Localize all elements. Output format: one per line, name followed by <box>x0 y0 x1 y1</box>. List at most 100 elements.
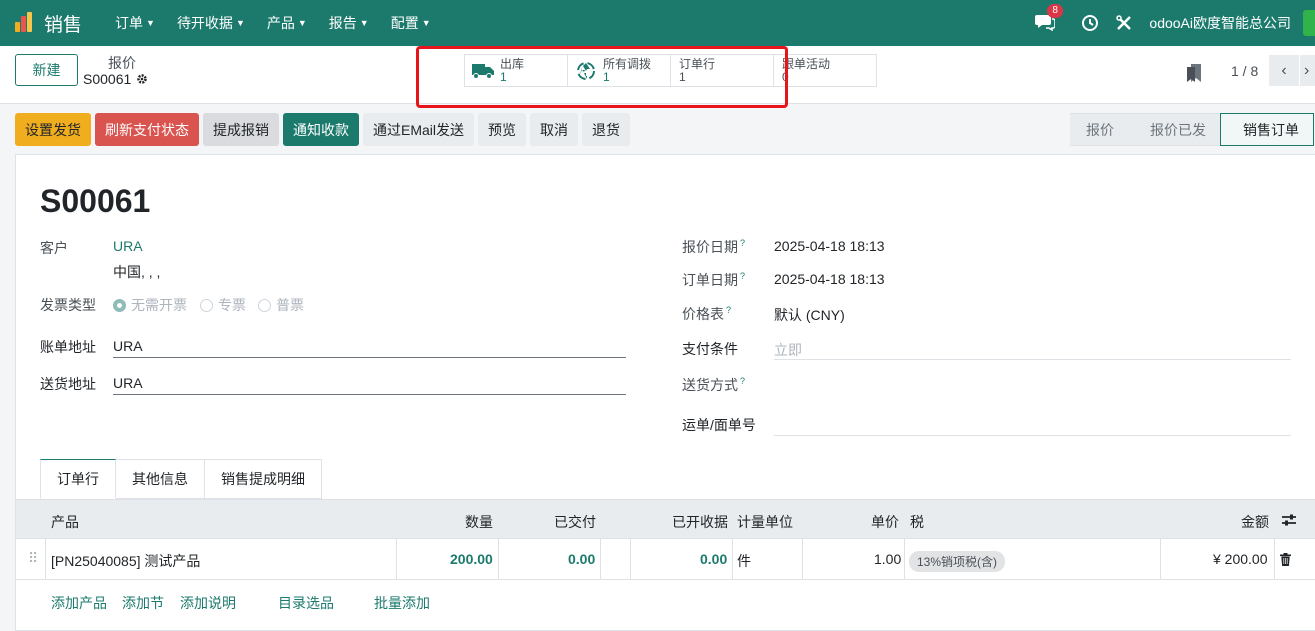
smart-button-order-lines[interactable]: 订单行 1 <box>670 54 774 87</box>
truck-icon <box>471 60 495 82</box>
smart-button-transfers[interactable]: 所有调拨 1 <box>567 54 671 87</box>
cell-product[interactable]: [PN25040085] 测试产品 <box>51 551 200 571</box>
radio <box>200 298 213 312</box>
tracking-number-field[interactable] <box>774 435 1291 436</box>
delivery-method-label: 送货方式? <box>682 375 745 395</box>
trash-icon[interactable] <box>1280 553 1291 566</box>
set-shipping-button[interactable]: 设置发货 <box>15 113 91 146</box>
invoice-type-normal[interactable]: 普票 <box>258 295 304 315</box>
menu-label: 订单 <box>115 15 144 31</box>
radio-selected <box>113 298 126 312</box>
menu-to-invoice[interactable]: 待开收据 ▼ <box>166 13 256 33</box>
status-bar: 报价 报价已发 销售订单 <box>1070 113 1314 146</box>
tab-other-info[interactable]: 其他信息 <box>116 459 205 499</box>
menu-orders[interactable]: 订单 ▼ <box>104 13 166 33</box>
tab-order-lines[interactable]: 订单行 <box>40 459 116 499</box>
cell-delivered[interactable]: 0.00 <box>568 551 595 567</box>
col-tax[interactable]: 税 <box>910 512 924 532</box>
form-sheet: S00061 客户 URA 中国, , , 发票类型 无需开票 专票 普票 账单… <box>15 154 1315 631</box>
commission-button[interactable]: 提成报销 <box>203 113 279 146</box>
cell-quantity[interactable]: 200.00 <box>450 551 493 567</box>
tab-commission-detail[interactable]: 销售提成明细 <box>205 459 322 499</box>
breadcrumb-parent[interactable]: 报价 <box>108 53 136 73</box>
status-quotation-sent[interactable]: 报价已发 <box>1128 113 1220 146</box>
return-button[interactable]: 退货 <box>582 113 631 146</box>
main-menu: 订单 ▼ 待开收据 ▼ 产品 ▼ 报告 ▼ 配置 ▼ <box>104 13 442 33</box>
smart-button-value: 0 <box>782 69 789 84</box>
tools-icon[interactable] <box>1115 14 1133 32</box>
tracking-number-label: 运单/面单号 <box>682 417 756 433</box>
pager-next-button[interactable]: › <box>1300 55 1315 86</box>
pricelist-label: 价格表? <box>682 304 731 324</box>
help-icon[interactable]: ? <box>740 376 745 386</box>
pricelist-value[interactable]: 默认 (CNY) <box>774 305 845 325</box>
help-icon[interactable]: ? <box>726 305 731 315</box>
company-switcher[interactable]: odooAi欧度智能总公司 <box>1149 13 1291 33</box>
notify-payment-button[interactable]: 通知收款 <box>283 113 359 146</box>
order-lines-table: 产品 数量 已交付 已开收据 计量单位 单价 税 金额 ⠿ [PN2504008… <box>16 499 1315 611</box>
smart-button-delivery[interactable]: 出库 1 <box>464 54 568 87</box>
chat-icon[interactable]: 8 <box>1035 3 1063 34</box>
sales-app-icon[interactable] <box>14 12 36 34</box>
tax-tag[interactable]: 13%销项税(含) <box>909 551 1006 572</box>
user-avatar[interactable] <box>1303 10 1315 36</box>
refresh-payment-button[interactable]: 刷新支付状态 <box>95 113 199 146</box>
bulk-add-link[interactable]: 批量添加 <box>374 593 430 613</box>
invoice-type-special[interactable]: 专票 <box>200 295 246 315</box>
help-icon[interactable]: ? <box>740 271 745 281</box>
customer-label: 客户 <box>40 240 68 256</box>
bookmark-icon[interactable] <box>1187 64 1201 82</box>
smart-button-value: 1 <box>603 69 610 84</box>
quote-date-value[interactable]: 2025-04-18 18:13 <box>774 238 885 254</box>
order-date-value[interactable]: 2025-04-18 18:13 <box>774 271 885 287</box>
status-sales-order[interactable]: 销售订单 <box>1220 113 1314 146</box>
navbar-right: 8 odooAi欧度智能总公司 <box>1035 0 1315 46</box>
preview-button[interactable]: 预览 <box>478 113 527 146</box>
pager-value[interactable]: 1 / 8 <box>1231 63 1258 79</box>
customer-address: 中国, , , <box>113 264 161 280</box>
table-row[interactable]: ⠿ [PN25040085] 测试产品 200.00 0.00 0.00 件 1… <box>16 539 1315 580</box>
new-button[interactable]: 新建 <box>15 54 78 86</box>
app-name[interactable]: 销售 <box>44 10 82 37</box>
radio-label: 普票 <box>276 297 304 313</box>
col-quantity[interactable]: 数量 <box>465 512 493 532</box>
add-product-link[interactable]: 添加产品 <box>51 593 107 613</box>
col-uom[interactable]: 计量单位 <box>737 512 793 532</box>
cell-divider <box>630 539 631 579</box>
col-delivered[interactable]: 已交付 <box>554 512 596 532</box>
billing-address-field[interactable]: URA <box>113 338 143 354</box>
payment-terms-field[interactable]: 立即 <box>774 340 802 360</box>
smart-button-label: 订单行 <box>679 56 716 71</box>
customer-link[interactable]: URA <box>113 238 143 254</box>
status-quotation[interactable]: 报价 <box>1070 113 1128 146</box>
label-text: 报价日期 <box>682 239 738 255</box>
add-section-link[interactable]: 添加节 <box>122 593 164 613</box>
col-unit-price[interactable]: 单价 <box>871 512 899 532</box>
menu-config[interactable]: 配置 ▼ <box>380 13 442 33</box>
catalog-link[interactable]: 目录选品 <box>278 593 334 613</box>
column-settings-icon[interactable] <box>1281 513 1297 527</box>
action-bar: 设置发货 刷新支付状态 提成报销 通知收款 通过EMail发送 预览 取消 退货 <box>15 113 631 146</box>
help-icon[interactable]: ? <box>740 238 745 248</box>
recycle-icon <box>574 60 598 82</box>
cell-uom[interactable]: 件 <box>737 551 751 571</box>
col-invoiced[interactable]: 已开收据 <box>672 512 728 532</box>
menu-products[interactable]: 产品 ▼ <box>256 13 318 33</box>
cell-unit-price[interactable]: 1.00 <box>874 551 901 567</box>
clock-icon[interactable] <box>1081 14 1099 32</box>
record-name: S00061 <box>83 71 132 87</box>
menu-reports[interactable]: 报告 ▼ <box>318 13 380 33</box>
cell-divider <box>45 539 46 579</box>
shipping-address-field[interactable]: URA <box>113 375 143 391</box>
send-email-button[interactable]: 通过EMail发送 <box>363 113 475 146</box>
drag-handle-icon[interactable]: ⠿ <box>28 550 38 567</box>
col-amount[interactable]: 金额 <box>1241 512 1269 532</box>
gear-icon[interactable] <box>136 73 148 85</box>
col-product[interactable]: 产品 <box>51 512 79 532</box>
add-note-link[interactable]: 添加说明 <box>180 593 236 613</box>
cancel-button[interactable]: 取消 <box>530 113 579 146</box>
smart-button-activities[interactable]: 跟单活动 0 <box>773 54 877 87</box>
pager-previous-button[interactable]: ‹ <box>1269 55 1299 86</box>
invoice-type-none[interactable]: 无需开票 <box>113 295 187 315</box>
cell-invoiced[interactable]: 0.00 <box>700 551 727 567</box>
